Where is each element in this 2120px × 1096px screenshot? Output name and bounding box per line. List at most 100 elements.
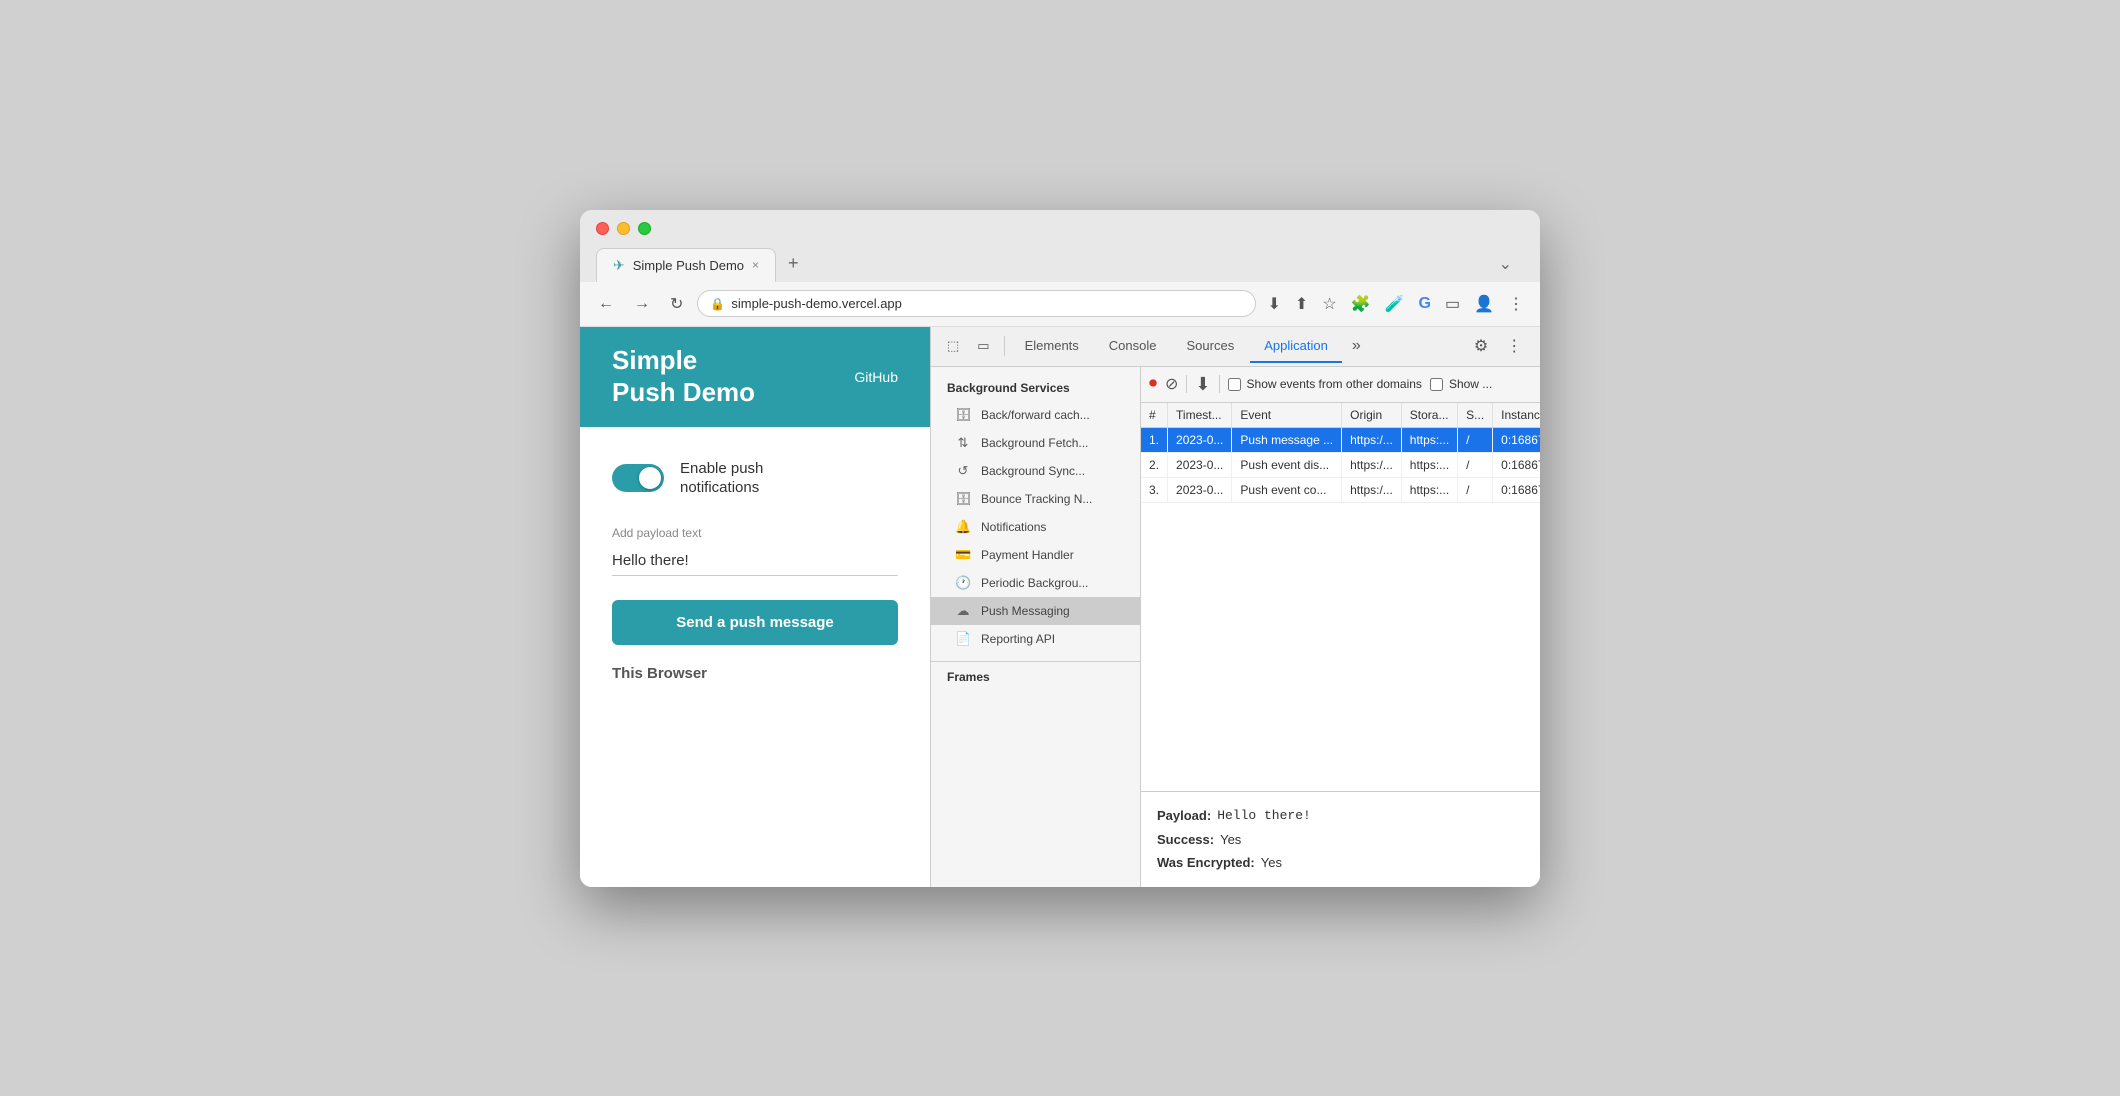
download-button[interactable]: ⬇ [1195,374,1210,395]
notifications-icon: 🔔 [955,519,971,535]
periodic-background-icon: 🕐 [955,575,971,591]
sidebar-item-bounce-tracking[interactable]: 🗄 Bounce Tracking N... [931,485,1140,513]
maximize-traffic-light[interactable] [638,222,651,235]
address-bar[interactable]: 🔒 simple-push-demo.vercel.app [697,290,1255,317]
push-messaging-icon: ☁ [955,603,971,619]
success-value: Yes [1220,828,1241,851]
cell-event: Push message ... [1232,427,1342,452]
more-tabs-button[interactable]: » [1344,333,1369,359]
tab-sources[interactable]: Sources [1173,330,1249,363]
subtoolbar-separator [1186,375,1187,393]
table-row[interactable]: 3. 2023-0... Push event co... https:/...… [1141,477,1540,502]
push-notifications-toggle[interactable] [612,464,664,492]
sidebar-item-background-fetch[interactable]: ⇅ Background Fetch... [931,429,1140,457]
devtools-content: Background Services 🗄 Back/forward cach.… [931,367,1540,887]
toggle-label-line2: notifications [680,478,763,498]
reporting-api-icon: 📄 [955,631,971,647]
back-button[interactable]: ← [592,291,620,317]
devtools-close-button[interactable]: × [1532,333,1540,359]
devtools-settings-icon[interactable]: ⚙ [1466,332,1496,360]
show-other-domains-checkbox[interactable] [1228,378,1241,391]
tab-application[interactable]: Application [1250,330,1342,363]
address-text: simple-push-demo.vercel.app [731,296,902,311]
sidebar-item-notifications[interactable]: 🔔 Notifications [931,513,1140,541]
tab-elements[interactable]: Elements [1011,330,1093,363]
google-icon[interactable]: G [1415,291,1435,317]
devtools-panel: ⬚ ▭ Elements Console Sources Application… [930,327,1540,887]
traffic-lights [596,222,1524,235]
cell-s: / [1458,477,1493,502]
col-s: S... [1458,403,1493,428]
extensions-icon[interactable]: 🧩 [1347,290,1375,318]
main-content: Simple Push Demo GitHub Enable push noti… [580,327,1540,887]
tab-close-button[interactable]: × [752,258,759,272]
cell-origin: https:/... [1342,427,1402,452]
record-button[interactable]: ⏺ [1149,375,1157,393]
send-push-button[interactable]: Send a push message [612,600,898,645]
payload-section: Add payload text [612,526,898,576]
background-services-header: Background Services [931,375,1140,401]
cell-origin: https:/... [1342,452,1402,477]
cell-s: / [1458,427,1493,452]
share-icon[interactable]: ⬆ [1291,290,1312,318]
download-icon[interactable]: ⬇ [1264,290,1285,318]
account-icon[interactable]: 👤 [1470,290,1498,318]
github-link[interactable]: GitHub [854,369,898,385]
col-num: # [1141,403,1168,428]
table-header-row: # Timest... Event Origin Stora... S... I… [1141,403,1540,428]
sidebar-item-background-sync[interactable]: ↺ Background Sync... [931,457,1140,485]
nav-actions: ⬇ ⬆ ☆ 🧩 🧪 G ▭ 👤 ⋮ [1264,290,1529,318]
active-tab[interactable]: ✈ Simple Push Demo × [596,248,776,282]
detail-payload-row: Payload: Hello there! [1157,804,1540,827]
devtools-kebab-icon[interactable]: ⋮ [1498,332,1530,360]
tab-favicon: ✈ [613,257,625,274]
this-browser-label: This Browser [612,665,898,682]
toggle-label: Enable push notifications [680,459,763,498]
cell-origin: https:/... [1342,477,1402,502]
cell-instance: 0:16867... [1493,452,1540,477]
bounce-tracking-icon: 🗄 [955,491,971,507]
sidebar-item-periodic-background[interactable]: 🕐 Periodic Backgrou... [931,569,1140,597]
col-timestamp: Timest... [1168,403,1232,428]
sidebar-item-back-forward[interactable]: 🗄 Back/forward cach... [931,401,1140,429]
sidebar-item-reporting-api[interactable]: 📄 Reporting API [931,625,1140,653]
tab-console[interactable]: Console [1095,330,1171,363]
inspector-icon[interactable]: ⬚ [939,334,967,358]
table-row[interactable]: 1. 2023-0... Push message ... https:/...… [1141,427,1540,452]
device-icon[interactable]: ▭ [969,334,997,358]
payload-key: Payload: [1157,804,1211,827]
nav-bar: ← → ↻ 🔒 simple-push-demo.vercel.app ⬇ ⬆ … [580,282,1540,327]
site-title-line2: Push Demo [612,377,755,408]
toolbar-separator [1004,336,1005,356]
sidebar-item-payment-handler[interactable]: 💳 Payment Handler [931,541,1140,569]
forward-button[interactable]: → [628,291,656,317]
site-title: Simple Push Demo [612,345,755,407]
sidebar-item-push-messaging[interactable]: ☁ Push Messaging [931,597,1140,625]
toggle-label-line1: Enable push [680,459,763,479]
clear-button[interactable]: ⊘ [1165,374,1178,394]
toggle-knob [639,467,661,489]
cast-icon[interactable]: ▭ [1441,290,1464,318]
menu-icon[interactable]: ⋮ [1504,290,1528,318]
profile-icon[interactable]: 🧪 [1381,290,1409,318]
col-storage: Stora... [1401,403,1457,428]
new-tab-button[interactable]: + [776,245,811,282]
show-more-checkbox[interactable] [1430,378,1443,391]
cell-storage: https:... [1401,452,1457,477]
minimize-traffic-light[interactable] [617,222,630,235]
table-row[interactable]: 2. 2023-0... Push event dis... https:/..… [1141,452,1540,477]
background-services-section: Background Services 🗄 Back/forward cach.… [931,367,1140,661]
tab-more-button[interactable]: ⌄ [1487,246,1524,282]
subtoolbar-separator2 [1219,375,1220,393]
refresh-button[interactable]: ↻ [664,290,689,318]
bookmark-icon[interactable]: ☆ [1318,290,1340,318]
site-title-line1: Simple [612,345,755,376]
col-instance: Instance... [1493,403,1540,428]
close-traffic-light[interactable] [596,222,609,235]
devtools-toolbar: ⬚ ▭ Elements Console Sources Application… [931,327,1540,367]
cell-event: Push event co... [1232,477,1342,502]
encrypted-value: Yes [1261,851,1282,874]
title-bar: ✈ Simple Push Demo × + ⌄ [580,210,1540,282]
cell-event: Push event dis... [1232,452,1342,477]
payload-input[interactable] [612,546,898,576]
